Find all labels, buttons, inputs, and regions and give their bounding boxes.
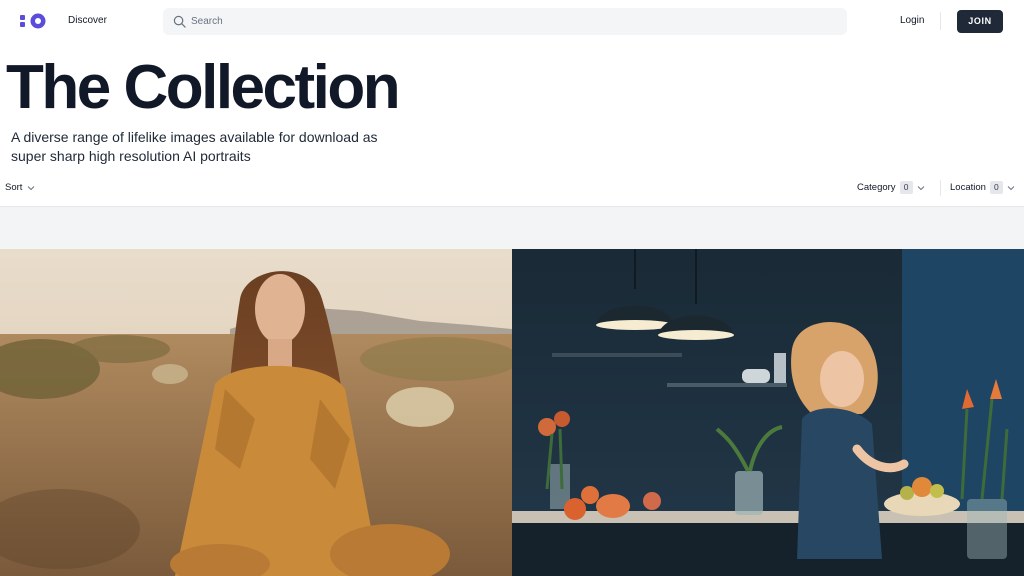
page-subtitle: A diverse range of lifelike images avail…	[11, 129, 378, 164]
search-icon	[173, 15, 186, 28]
kitchen-child-photo	[512, 249, 1024, 576]
top-navigation-bar: Discover Search Login JOIN	[0, 0, 1024, 42]
filter-divider	[940, 180, 941, 196]
nav-discover-link[interactable]: Discover	[68, 15, 107, 26]
login-link[interactable]: Login	[900, 15, 924, 26]
gallery-item-kitchen-child[interactable]	[512, 249, 1024, 576]
chevron-down-icon	[1007, 185, 1015, 190]
brand-logo-icon[interactable]	[20, 13, 48, 29]
desert-portrait-photo	[0, 249, 512, 576]
category-filter[interactable]: Category 0	[857, 181, 925, 194]
search-placeholder: Search	[191, 16, 223, 27]
location-label: Location	[950, 182, 986, 193]
sort-label: Sort	[5, 182, 23, 193]
category-count-badge: 0	[899, 181, 913, 194]
filter-bar: Sort Category 0 Location 0	[0, 177, 1024, 207]
location-count-badge: 0	[989, 181, 1003, 194]
search-input[interactable]: Search	[163, 8, 847, 35]
chevron-down-icon	[917, 185, 924, 190]
location-filter[interactable]: Location 0	[950, 181, 1015, 194]
header-divider	[940, 12, 941, 30]
gallery-item-desert-portrait[interactable]	[0, 249, 512, 576]
sort-dropdown[interactable]: Sort	[5, 182, 35, 193]
category-label: Category	[857, 182, 896, 193]
gallery-spacer	[0, 207, 1024, 249]
page-title: The Collection	[6, 53, 401, 122]
chevron-down-icon	[28, 185, 35, 190]
join-button[interactable]: JOIN	[957, 10, 1003, 33]
